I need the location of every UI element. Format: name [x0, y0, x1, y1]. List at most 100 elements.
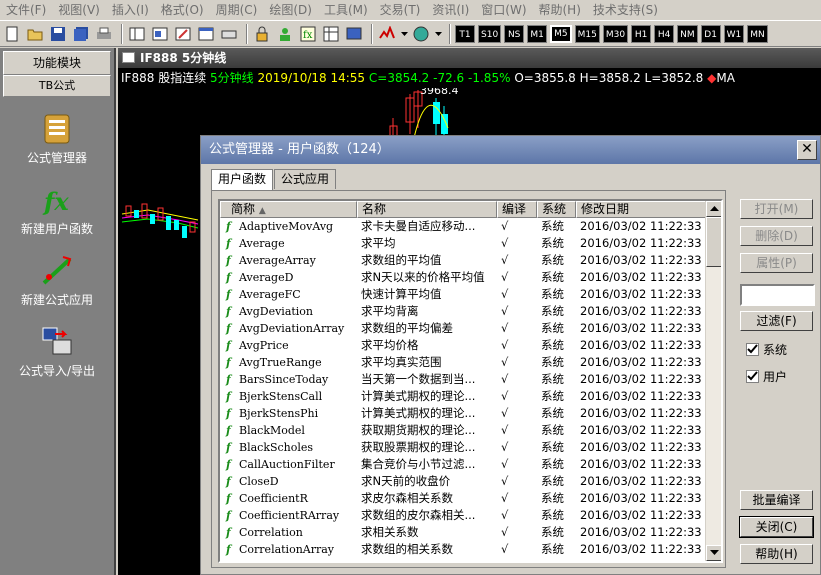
period-button[interactable]: MN: [747, 24, 768, 43]
table-row[interactable]: f AdaptiveMovAvg 求卡夫曼自适应移动... √ 系统 2016/03/02…: [220, 218, 706, 235]
menu-item[interactable]: 格式(O): [155, 0, 210, 20]
column-header-name[interactable]: 名称: [357, 201, 497, 218]
window-list-icon[interactable]: [150, 24, 170, 44]
table-row[interactable]: f AverageArray 求数组的平均值 √ 系统 2016/03/02 11:22:…: [220, 252, 706, 269]
scroll-thumb[interactable]: [706, 217, 721, 267]
table-row[interactable]: f AverageD 求N天以来的价格平均值 √ 系统 2016/03/02 11:22:…: [220, 269, 706, 286]
delete-button[interactable]: 删除(D): [740, 226, 813, 246]
edit-icon[interactable]: [173, 24, 193, 44]
user-checkbox[interactable]: 用户: [746, 368, 787, 385]
period-button[interactable]: NS: [504, 24, 525, 43]
table-row[interactable]: f CallAuctionFilter 集合竞价与小节过滤... √ 系统 2016/03…: [220, 456, 706, 473]
period-button[interactable]: H4: [654, 24, 675, 43]
function-name: 求数组的平均值: [361, 253, 442, 267]
menu-item[interactable]: 工具(M): [318, 0, 374, 20]
open-value: O=3855.8: [514, 71, 576, 85]
table-row[interactable]: f CoefficientRArray 求数组的皮尔森相关... √ 系统 2016/03…: [220, 507, 706, 524]
menu-item[interactable]: 视图(V): [52, 0, 106, 20]
table-row[interactable]: f CoefficientR 求皮尔森相关系数 √ 系统 2016/03/02 11:22…: [220, 490, 706, 507]
new-file-icon[interactable]: [2, 24, 22, 44]
table-row[interactable]: f Correlation 求相关系数 √ 系统 2016/03/02 11:22:33: [220, 524, 706, 541]
menu-item[interactable]: 窗口(W): [475, 0, 532, 20]
table-icon[interactable]: [321, 24, 341, 44]
period-button[interactable]: M1: [527, 24, 548, 43]
dropdown-arrow-icon[interactable]: [400, 24, 408, 44]
period-button[interactable]: W1: [723, 24, 745, 43]
screen-icon[interactable]: [344, 24, 364, 44]
table-row[interactable]: f AvgDeviationArray 求数组的平均偏差 √ 系统 2016/03/02 …: [220, 320, 706, 337]
properties-button[interactable]: 属性(P): [740, 253, 813, 273]
period-button[interactable]: M5: [550, 24, 572, 43]
open-button[interactable]: 打开(M): [740, 199, 813, 219]
period-button[interactable]: D1: [700, 24, 721, 43]
candles-left: [121, 203, 199, 238]
save-icon[interactable]: [48, 24, 68, 44]
tab-formula-apps[interactable]: 公式应用: [274, 169, 337, 189]
table-row[interactable]: f BarsSinceToday 当天第一个数据到当... √ 系统 2016/03/02…: [220, 371, 706, 388]
modified-date: 2016/03/02 11:22:33: [580, 338, 702, 352]
help-button[interactable]: 帮助(H): [740, 544, 813, 564]
keyboard-icon[interactable]: [219, 24, 239, 44]
column-header-modified[interactable]: 修改日期: [576, 201, 706, 218]
window-icon[interactable]: [196, 24, 216, 44]
table-row[interactable]: f Average 求平均 √ 系统 2016/03/02 11:22:33: [220, 235, 706, 252]
menu-item[interactable]: 周期(C): [210, 0, 264, 20]
checkbox-box[interactable]: [746, 343, 759, 356]
tab-user-functions[interactable]: 用户函数: [211, 169, 274, 190]
close-icon[interactable]: ✕: [797, 140, 817, 160]
table-row[interactable]: f CorrelationArray 求数组的相关系数 √ 系统 2016/03/02 1…: [220, 541, 706, 558]
period-button[interactable]: NM: [677, 24, 698, 43]
period-button[interactable]: M30: [602, 24, 629, 43]
period-button[interactable]: S10: [478, 24, 502, 43]
period-button[interactable]: T1: [455, 24, 475, 43]
system-checkbox[interactable]: 系统: [746, 341, 787, 358]
table-row[interactable]: f AvgTrueRange 求平均真实范围 √ 系统 2016/03/02 11:22:…: [220, 354, 706, 371]
user-icon[interactable]: [275, 24, 295, 44]
menu-item[interactable]: 文件(F): [0, 0, 52, 20]
menu-item[interactable]: 交易(T): [374, 0, 427, 20]
filter-button[interactable]: 过滤(F): [740, 311, 813, 331]
column-header-compiled[interactable]: 编译: [497, 201, 537, 218]
table-row[interactable]: f AvgDeviation 求平均背离 √ 系统 2016/03/02 11:22:33: [220, 303, 706, 320]
table-row[interactable]: f CloseD 求N天前的收盘价 √ 系统 2016/03/02 11:22:33: [220, 473, 706, 490]
column-header-shortname[interactable]: 简称 ▲: [220, 201, 357, 218]
scroll-up-icon[interactable]: [706, 201, 721, 217]
new-user-function-item[interactable]: fx 新建用户函数: [0, 184, 114, 237]
period-button[interactable]: H1: [631, 24, 652, 43]
menu-item[interactable]: 技术支持(S): [587, 0, 664, 20]
tab-tb-formula[interactable]: TB公式: [3, 75, 111, 97]
menu-item[interactable]: 帮助(H): [533, 0, 587, 20]
batch-compile-button[interactable]: 批量编译: [740, 490, 813, 510]
table-row[interactable]: f BjerkStensPhi 计算美式期权的理论... √ 系统 2016/03/02 …: [220, 405, 706, 422]
dropdown-arrow-icon[interactable]: [434, 24, 442, 44]
checkbox-box[interactable]: [746, 370, 759, 383]
checkmark-icon: [747, 344, 758, 354]
import-export-item[interactable]: 公式导入/导出: [0, 326, 114, 379]
close-button[interactable]: 关闭(C): [739, 516, 814, 538]
globe-icon[interactable]: [411, 24, 431, 44]
table-row[interactable]: f AverageFC 快速计算平均值 √ 系统 2016/03/02 11:22:33: [220, 286, 706, 303]
split-view-icon[interactable]: [127, 24, 147, 44]
open-folder-icon[interactable]: [25, 24, 45, 44]
indicator-icon[interactable]: [377, 24, 397, 44]
new-strategy-item[interactable]: 新建公式应用: [0, 255, 114, 308]
period-button[interactable]: M15: [574, 24, 600, 43]
menu-item[interactable]: 绘图(D): [263, 0, 318, 20]
lock-icon[interactable]: [252, 24, 272, 44]
save-all-icon[interactable]: [71, 24, 91, 44]
print-icon[interactable]: [94, 24, 114, 44]
filter-input[interactable]: [740, 284, 815, 306]
menu-item[interactable]: 插入(I): [106, 0, 155, 20]
table-row[interactable]: f AvgPrice 求平均价格 √ 系统 2016/03/02 11:22:33: [220, 337, 706, 354]
function-shortname: f BjerkStensPhi: [220, 405, 357, 422]
table-row[interactable]: f BlackScholes 获取股票期权的理论... √ 系统 2016/03/02 1…: [220, 439, 706, 456]
vertical-scrollbar[interactable]: [705, 201, 721, 561]
scroll-down-icon[interactable]: [706, 545, 721, 561]
menu-item[interactable]: 资讯(I): [426, 0, 475, 20]
column-header-system[interactable]: 系统: [537, 201, 576, 218]
table-row[interactable]: f BlackModel 获取期货期权的理论... √ 系统 2016/03/02 11:…: [220, 422, 706, 439]
formula-icon[interactable]: fx: [298, 24, 318, 44]
table-row[interactable]: f BjerkStensCall 计算美式期权的理论... √ 系统 2016/03/02…: [220, 388, 706, 405]
formula-manager-item[interactable]: 公式管理器: [0, 113, 114, 166]
function-list[interactable]: 简称 ▲ 名称 编译 系统 修改日期 f AdaptiveMovAvg 求卡夫曼自适…: [218, 199, 723, 563]
